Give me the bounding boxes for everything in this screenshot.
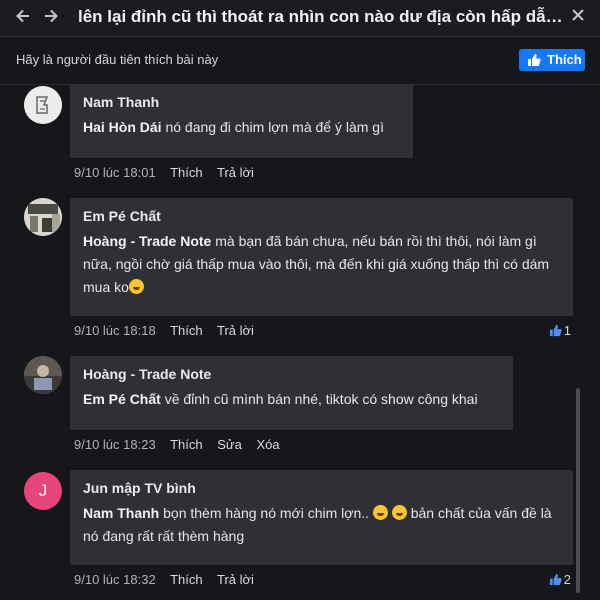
- like-action[interactable]: Thích: [170, 437, 203, 452]
- comment-author[interactable]: Em Pé Chất: [83, 208, 560, 224]
- edit-action[interactable]: Sửa: [217, 437, 242, 452]
- like-prompt: Hãy là người đầu tiên thích bài này: [16, 52, 219, 67]
- close-icon[interactable]: [568, 7, 588, 27]
- comment-text: Nam Thanh bọn thèm hàng nó mới chim lợn.…: [83, 502, 560, 548]
- comment-meta: 9/10 lúc 18:01 Thích Trả lời: [74, 165, 265, 180]
- reply-action[interactable]: Trả lời: [217, 323, 254, 338]
- avatar[interactable]: [24, 198, 62, 236]
- comment-time[interactable]: 9/10 lúc 18:18: [74, 323, 156, 338]
- avatar[interactable]: [24, 356, 62, 394]
- mention-link[interactable]: Hoàng - Trade Note: [83, 233, 211, 249]
- avatar[interactable]: [24, 86, 62, 124]
- comment-item: Nam Thanh Hai Hòn Dái nó đang đi chim lợ…: [0, 84, 600, 184]
- comment-time[interactable]: 9/10 lúc 18:01: [74, 165, 156, 180]
- comment-meta: 9/10 lúc 18:18 Thích Trả lời: [74, 323, 265, 338]
- grinning-emoji-icon: [128, 279, 144, 294]
- comment-time[interactable]: 9/10 lúc 18:32: [74, 572, 156, 587]
- mention-link[interactable]: Hai Hòn Dái: [83, 119, 162, 135]
- thumbs-up-icon: [549, 573, 562, 586]
- like-button[interactable]: Thích: [519, 49, 585, 71]
- comment-item: Hoàng - Trade Note Em Pé Chất về đỉnh cũ…: [0, 356, 600, 456]
- mention-link[interactable]: Em Pé Chất: [83, 391, 161, 407]
- reply-action[interactable]: Trả lời: [217, 165, 254, 180]
- like-action[interactable]: Thích: [170, 165, 203, 180]
- comment-item: Em Pé Chất Hoàng - Trade Note mà bạn đã …: [0, 198, 600, 348]
- avatar-letter: J: [38, 481, 48, 500]
- like-bar: Hãy là người đầu tiên thích bài này: [0, 36, 600, 85]
- comment-author[interactable]: Nam Thanh: [83, 94, 400, 110]
- comment-body: về đỉnh cũ mình bán nhé, tiktok có show …: [160, 391, 478, 407]
- thumbs-up-icon: [528, 54, 541, 66]
- comment-bubble: Jun mập TV bình Nam Thanh bọn thèm hàng …: [70, 470, 573, 565]
- comment-text: Hai Hòn Dái nó đang đi chim lợn mà để ý …: [83, 116, 400, 139]
- thumbs-up-icon: [549, 324, 562, 337]
- reply-action[interactable]: Trả lời: [217, 572, 254, 587]
- scrollbar[interactable]: [576, 388, 580, 593]
- reaction-number: 1: [563, 323, 571, 338]
- reaction-number: 2: [563, 572, 571, 587]
- comment-text: Em Pé Chất về đỉnh cũ mình bán nhé, tikt…: [83, 388, 500, 411]
- comment-bubble: Nam Thanh Hai Hòn Dái nó đang đi chim lợ…: [70, 84, 413, 158]
- comment-text: Hoàng - Trade Note mà bạn đã bán chưa, n…: [83, 230, 560, 299]
- avatar[interactable]: J: [24, 472, 62, 510]
- laughing-emoji-icon: [372, 505, 388, 520]
- like-action[interactable]: Thích: [170, 323, 203, 338]
- comment-item: J Jun mập TV bình Nam Thanh bọn thèm hàn…: [0, 470, 600, 600]
- arrow-left-icon[interactable]: [12, 7, 34, 29]
- header-bar: lên lại đỉnh cũ thì thoát ra nhìn con nà…: [0, 0, 600, 37]
- comment-bubble: Hoàng - Trade Note Em Pé Chất về đỉnh cũ…: [70, 356, 513, 430]
- comment-body: nó đang đi chim lợn mà để ý làm gì: [161, 119, 384, 135]
- comment-author[interactable]: Hoàng - Trade Note: [83, 366, 500, 382]
- like-button-label: Thích: [547, 52, 582, 67]
- like-action[interactable]: Thích: [170, 572, 203, 587]
- arrow-right-icon[interactable]: [40, 7, 62, 29]
- comment-body: bọn thèm hàng nó mới chim lợn..: [159, 505, 373, 521]
- comment-meta: 9/10 lúc 18:23 Thích Sửa Xóa: [74, 437, 291, 452]
- page-title: lên lại đỉnh cũ thì thoát ra nhìn con nà…: [78, 7, 564, 26]
- delete-action[interactable]: Xóa: [256, 437, 279, 452]
- mention-link[interactable]: Nam Thanh: [83, 505, 159, 521]
- reaction-count[interactable]: 1: [549, 323, 571, 338]
- reaction-count[interactable]: 2: [549, 572, 571, 587]
- comment-bubble: Em Pé Chất Hoàng - Trade Note mà bạn đã …: [70, 198, 573, 316]
- comment-author[interactable]: Jun mập TV bình: [83, 480, 560, 496]
- comment-meta: 9/10 lúc 18:32 Thích Trả lời: [74, 572, 265, 587]
- laughing-emoji-icon: [391, 505, 407, 520]
- comment-time[interactable]: 9/10 lúc 18:23: [74, 437, 156, 452]
